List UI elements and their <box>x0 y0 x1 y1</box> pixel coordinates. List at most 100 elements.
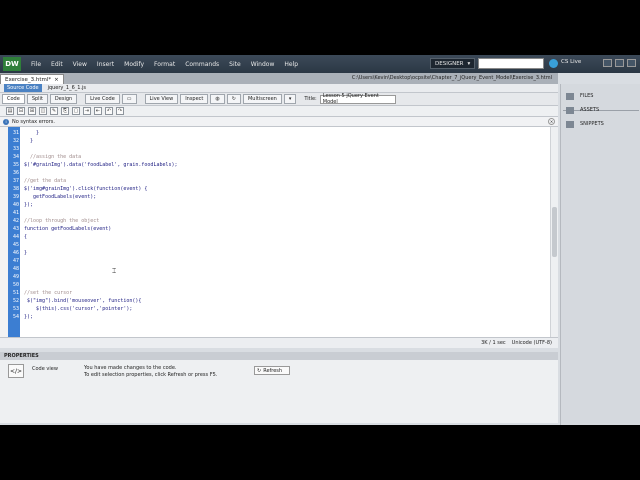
document-toolbar: Code Split Design Live Code ▭ Live View … <box>0 93 558 106</box>
inspect-button[interactable]: Inspect <box>180 94 209 104</box>
code-line[interactable]: 53 $(this).css('cursor','pointer'); <box>0 305 550 313</box>
properties-header[interactable]: PROPERTIES <box>0 352 558 360</box>
panel-assets[interactable]: ASSETS <box>563 103 639 117</box>
live-view-button[interactable]: Live View <box>144 94 179 104</box>
panel-files[interactable]: FILES <box>563 89 639 103</box>
menu-bar: DW File Edit View Insert Modify Format C… <box>0 55 640 73</box>
minimize-button[interactable] <box>603 59 612 67</box>
menu-format[interactable]: Format <box>154 61 175 68</box>
indent-icon[interactable]: ⇥ <box>83 107 91 115</box>
code-text: $(this).css('cursor','pointer'); <box>24 306 133 312</box>
encoding: Unicode (UTF-8) <box>511 340 552 346</box>
panel-snippets[interactable]: SNIPPETS <box>563 117 639 131</box>
line-number: 43 <box>12 226 19 232</box>
source-code-tab[interactable]: Source Code <box>4 84 42 92</box>
code-line[interactable]: 33 <box>0 145 550 153</box>
menu-view[interactable]: View <box>73 61 87 68</box>
code-line[interactable]: 45 <box>0 241 550 249</box>
multiscreen-button[interactable]: Multiscreen <box>242 94 282 104</box>
toolbar-icon-1[interactable]: ▭ <box>121 94 137 104</box>
refresh-icon[interactable]: ↻ <box>226 94 241 104</box>
chevron-down-icon[interactable]: ▾ <box>283 94 297 104</box>
code-line[interactable]: 36 <box>0 169 550 177</box>
split-view-button[interactable]: Split <box>26 94 48 104</box>
collapse-icon[interactable]: ⊟ <box>17 107 25 115</box>
select-tag-icon[interactable]: ◫ <box>39 107 47 115</box>
line-number: 34 <box>12 154 19 160</box>
scrollbar-thumb[interactable] <box>552 207 557 257</box>
code-text: } <box>24 250 28 256</box>
comment-icon[interactable]: ✎ <box>50 107 58 115</box>
code-line[interactable]: 42 //loop through the object <box>0 217 550 225</box>
close-button[interactable] <box>627 59 636 67</box>
tab-exercise-3[interactable]: Exercise_3.html* × <box>0 74 64 84</box>
redo-icon[interactable]: ↷ <box>116 107 124 115</box>
browser-icon[interactable]: ◍ <box>210 94 225 104</box>
copy-icon[interactable]: ⎘ <box>61 107 69 115</box>
code-line[interactable]: 35 $('#grainImg').data('foodLabel', grain… <box>0 161 550 169</box>
menu-help[interactable]: Help <box>284 61 298 68</box>
code-line[interactable]: 38 $('img#grainImg').click(function(event… <box>0 185 550 193</box>
cs-live-icon[interactable] <box>549 59 558 68</box>
code-line[interactable]: 37 //get the data <box>0 177 550 185</box>
code-line[interactable]: 43 function getFoodLabels(event) <box>0 225 550 233</box>
code-view-button[interactable]: Code <box>2 94 25 104</box>
title-input[interactable]: Lesson 5 jQuery Event Model <box>319 93 396 105</box>
code-text: //set the cursor <box>24 290 73 296</box>
menu-site[interactable]: Site <box>229 61 241 68</box>
maximize-button[interactable] <box>615 59 624 67</box>
code-line[interactable]: 52 $("img").bind('mouseover', function()… <box>0 297 550 305</box>
code-line[interactable]: 50 <box>0 281 550 289</box>
open-document-icon[interactable]: ▤ <box>6 107 14 115</box>
outdent-icon[interactable]: ⇤ <box>94 107 102 115</box>
code-line[interactable]: 39 getFoodLabels(event); <box>0 193 550 201</box>
refresh-button[interactable]: ↻ Refresh <box>254 366 290 375</box>
expand-icon[interactable]: ⊞ <box>28 107 36 115</box>
line-number: 31 <box>12 130 19 136</box>
code-line[interactable]: 51 //set the cursor <box>0 289 550 297</box>
code-text: { <box>24 234 28 240</box>
cs-live-label[interactable]: CS Live <box>561 59 581 65</box>
code-line[interactable]: 44 { <box>0 233 550 241</box>
line-number: 35 <box>12 162 19 168</box>
code-line[interactable]: 40}); <box>0 201 550 209</box>
design-view-button[interactable]: Design <box>49 94 78 104</box>
code-line[interactable]: 31 } <box>0 129 550 137</box>
code-line[interactable]: 34 //assign the data <box>0 153 550 161</box>
line-number: 36 <box>12 170 19 176</box>
code-text: $('img#grainImg').click(function(event) … <box>24 186 148 192</box>
line-number: 44 <box>12 234 19 240</box>
download-size: 3K / 1 sec <box>481 340 506 346</box>
code-editor[interactable]: ⌶ 31 } 32 } 33 34 //assign the data 35 $('#gr… <box>0 127 558 337</box>
menu-window[interactable]: Window <box>251 61 275 68</box>
paste-icon[interactable]: ▢ <box>72 107 80 115</box>
code-line[interactable]: 46} <box>0 249 550 257</box>
code-text: $('#grainImg').data('foodLabel', grain.f… <box>24 162 178 168</box>
code-line[interactable]: 41 <box>0 209 550 217</box>
vertical-scrollbar[interactable] <box>550 127 558 337</box>
code-text: getFoodLabels(event); <box>24 194 97 200</box>
code-line[interactable]: 47 <box>0 257 550 265</box>
document-tabs: Exercise_3.html* × C:\Users\Kevin\Deskto… <box>0 73 558 84</box>
code-line[interactable]: 49 <box>0 273 550 281</box>
menu-modify[interactable]: Modify <box>124 61 144 68</box>
menu-file[interactable]: File <box>31 61 41 68</box>
workspace-label: DESIGNER <box>435 60 464 67</box>
related-file-jquery[interactable]: jquery_1_6_1.js <box>48 85 86 91</box>
menu-commands[interactable]: Commands <box>185 61 219 68</box>
code-line[interactable]: 32 } <box>0 137 550 145</box>
live-code-button[interactable]: Live Code <box>85 94 120 104</box>
help-search-input[interactable] <box>478 58 544 69</box>
workspace-switcher[interactable]: DESIGNER ▾ <box>430 58 476 69</box>
code-line[interactable]: 54}); <box>0 313 550 321</box>
file-path: C:\Users\Kevin\Desktop\ocpsite\Chapter_7… <box>351 75 552 81</box>
menu-insert[interactable]: Insert <box>97 61 114 68</box>
code-text: }); <box>24 202 34 208</box>
close-icon[interactable]: × <box>548 118 555 125</box>
undo-icon[interactable]: ↶ <box>105 107 113 115</box>
panel-snippets-label: SNIPPETS <box>580 121 604 127</box>
menu-edit[interactable]: Edit <box>51 61 63 68</box>
status-bar: 3K / 1 sec Unicode (UTF-8) <box>0 337 558 348</box>
close-icon[interactable]: × <box>54 77 59 83</box>
code-line[interactable]: 48 <box>0 265 550 273</box>
